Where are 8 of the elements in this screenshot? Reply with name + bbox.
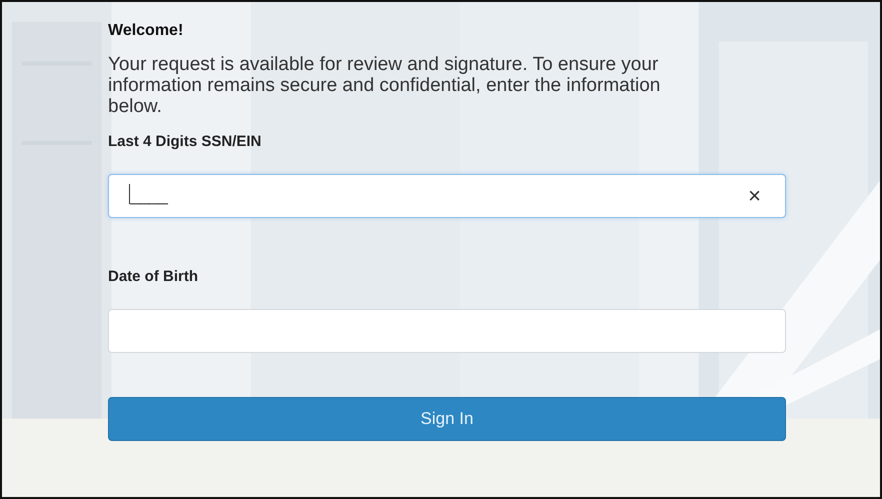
input-field[interactable] bbox=[108, 309, 786, 353]
close-button[interactable]: × bbox=[748, 183, 761, 209]
input-field[interactable]: ____ × bbox=[108, 174, 786, 218]
intro-text: Your request is available for review and signature. To ensure your information remains secure and confidential, enter the information below. bbox=[108, 54, 662, 117]
welcome-heading: Welcome! bbox=[108, 22, 184, 40]
field-label: Last 4 Digits SSN/EIN bbox=[108, 133, 262, 150]
text-caret bbox=[129, 184, 130, 204]
field-label: Date of Birth bbox=[108, 268, 199, 285]
